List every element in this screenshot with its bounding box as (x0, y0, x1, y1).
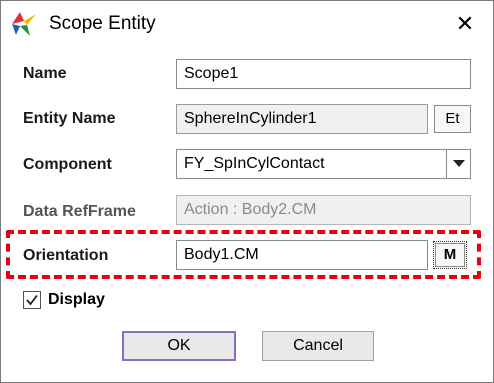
ok-button[interactable]: OK (122, 331, 236, 361)
title-bar: Scope Entity ✕ (1, 1, 493, 47)
data-refframe-label: Data RefFrame (23, 203, 136, 220)
orientation-select-button[interactable]: M (433, 241, 467, 269)
name-input[interactable]: Scope1 (176, 59, 471, 89)
display-checkbox[interactable] (23, 291, 41, 309)
checkmark-icon (26, 294, 38, 306)
app-logo-icon (12, 12, 36, 36)
entity-select-button[interactable]: Et (434, 105, 471, 133)
component-label: Component (23, 156, 112, 173)
entity-name-field[interactable]: SphereInCylinder1 (176, 104, 428, 134)
component-dropdown-toggle[interactable] (446, 149, 471, 179)
chevron-down-icon (453, 160, 465, 167)
orientation-label: Orientation (23, 247, 109, 264)
cancel-button[interactable]: Cancel (262, 331, 374, 361)
component-select[interactable]: FY_SpInCylContact (176, 149, 471, 179)
data-refframe-field: Action : Body2.CM (176, 195, 471, 225)
close-icon: ✕ (455, 11, 475, 36)
scope-entity-dialog: Scope Entity ✕ Name Scope1 Entity Name S… (0, 0, 494, 383)
dialog-title: Scope Entity (49, 13, 156, 34)
display-checkbox-label[interactable]: Display (48, 291, 105, 309)
entity-name-label: Entity Name (23, 110, 116, 127)
orientation-input[interactable]: Body1.CM (176, 240, 428, 270)
component-select-value: FY_SpInCylContact (184, 155, 325, 172)
close-button[interactable]: ✕ (449, 9, 481, 39)
name-label: Name (23, 65, 67, 82)
